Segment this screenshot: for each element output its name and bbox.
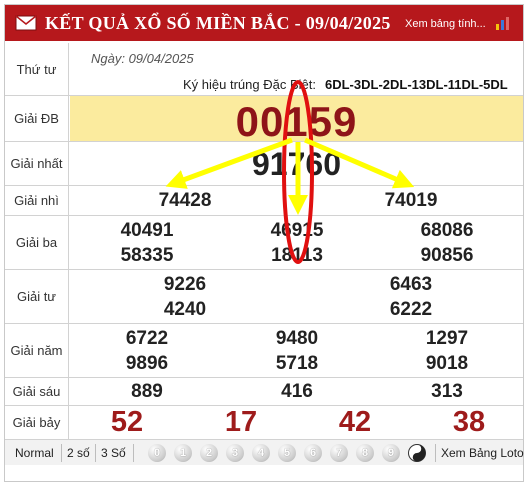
info-row: Thứ tư Ngày: 09/04/2025 Ký hiệu trúng Đặ… xyxy=(5,43,523,95)
prize-label-seventh: Giải bảy xyxy=(5,406,69,439)
bar-chart-icon[interactable] xyxy=(495,15,511,31)
sixth-prize-number: 416 xyxy=(281,381,313,402)
third-prize-number: 68086 xyxy=(420,220,474,241)
special-prize-number: 00159 xyxy=(235,98,358,145)
prize-label-special: Giải ĐB xyxy=(5,96,69,141)
digit-filter-2[interactable]: 2 xyxy=(200,444,218,462)
special-symbol-label: Ký hiệu trúng Đặc Biệt: xyxy=(183,77,316,92)
prize-label-sixth: Giải sáu xyxy=(5,378,69,405)
prize-label-second: Giải nhì xyxy=(5,186,69,215)
view-loto-table-link[interactable]: Xem Bảng Loto xyxy=(441,446,524,460)
fifth-prize-number: 9896 xyxy=(125,353,169,374)
special-prize-cell: 00159 xyxy=(70,96,523,145)
third-prize-number: 46915 xyxy=(270,220,324,241)
fifth-prize-number: 5718 xyxy=(275,353,319,374)
prize-row-seventh: Giải bảy 52 17 42 38 xyxy=(5,405,523,439)
third-prize-number: 18113 xyxy=(271,245,323,266)
prize-row-fourth: Giải tư 9226 6463 4240 6222 xyxy=(5,269,523,323)
second-prize-number: 74019 xyxy=(384,190,438,211)
fourth-prize-number: 6463 xyxy=(389,274,433,295)
toolbar-divider xyxy=(61,444,62,462)
seventh-prize-number: 42 xyxy=(338,406,372,438)
fifth-prize-number: 1297 xyxy=(425,328,469,349)
display-mode-toolbar: Normal 2 số 3 Số 0 1 2 3 4 5 6 7 8 9 Xem… xyxy=(5,439,524,465)
view-table-link[interactable]: Xem bảng tính... xyxy=(405,18,486,30)
prize-row-sixth: Giải sáu 889 416 313 xyxy=(5,377,523,405)
three-digit-mode-button[interactable]: 3 Số xyxy=(101,446,126,460)
weekday-label: Thứ tư xyxy=(5,43,69,95)
prize-row-special: Giải ĐB 00159 xyxy=(5,95,523,145)
seventh-prize-number: 52 xyxy=(110,406,144,438)
seventh-prize-number: 17 xyxy=(224,406,258,438)
results-panel: KẾT QUẢ XỔ SỐ MIỀN BẮC - 09/04/2025 Xem … xyxy=(4,4,524,482)
prize-label-fourth: Giải tư xyxy=(5,270,69,323)
prize-label-third: Giải ba xyxy=(5,216,69,269)
fifth-prize-number: 9018 xyxy=(425,353,469,374)
results-header: KẾT QUẢ XỔ SỐ MIỀN BẮC - 09/04/2025 Xem … xyxy=(5,5,523,41)
prize-row-second: Giải nhì 74428 74019 xyxy=(5,185,523,215)
fourth-prize-number: 6222 xyxy=(389,299,433,320)
digit-filter-4[interactable]: 4 xyxy=(252,444,270,462)
prize-row-first: Giải nhất 91760 xyxy=(5,141,523,185)
sixth-prize-number: 889 xyxy=(131,381,163,402)
normal-mode-button[interactable]: Normal xyxy=(15,446,54,460)
prize-label-first: Giải nhất xyxy=(5,142,69,185)
digit-filter-3[interactable]: 3 xyxy=(226,444,244,462)
digit-filter-8[interactable]: 8 xyxy=(356,444,374,462)
prize-row-third: Giải ba 40491 46915 68086 58335 18113 90… xyxy=(5,215,523,269)
fifth-prize-number: 6722 xyxy=(125,328,169,349)
yin-yang-icon[interactable] xyxy=(408,444,426,462)
first-prize-number: 91760 xyxy=(252,146,341,182)
fifth-prize-number: 9480 xyxy=(275,328,319,349)
draw-date: Ngày: 09/04/2025 xyxy=(91,51,194,66)
digit-filter-0[interactable]: 0 xyxy=(148,444,166,462)
toolbar-divider xyxy=(95,444,96,462)
seventh-prize-number: 38 xyxy=(452,406,486,438)
third-prize-number: 40491 xyxy=(120,220,174,241)
digit-filter-5[interactable]: 5 xyxy=(278,444,296,462)
prize-label-fifth: Giải năm xyxy=(5,324,69,377)
prize-row-fifth: Giải năm 6722 9480 1297 9896 5718 9018 xyxy=(5,323,523,377)
toolbar-divider xyxy=(435,444,436,462)
fourth-prize-number: 9226 xyxy=(163,274,207,295)
digit-filter-9[interactable]: 9 xyxy=(382,444,400,462)
digit-filter-7[interactable]: 7 xyxy=(330,444,348,462)
page-title: KẾT QUẢ XỔ SỐ MIỀN BẮC - 09/04/2025 xyxy=(45,13,391,33)
two-digit-mode-button[interactable]: 2 số xyxy=(67,446,90,460)
fourth-prize-number: 4240 xyxy=(163,299,207,320)
third-prize-number: 90856 xyxy=(420,245,474,266)
second-prize-number: 74428 xyxy=(158,190,212,211)
sixth-prize-number: 313 xyxy=(431,381,463,402)
special-symbol-value: 6DL-3DL-2DL-13DL-11DL-5DL xyxy=(325,77,508,92)
toolbar-divider xyxy=(133,444,134,462)
digit-filter-1[interactable]: 1 xyxy=(174,444,192,462)
digit-filter-6[interactable]: 6 xyxy=(304,444,322,462)
third-prize-number: 58335 xyxy=(120,245,174,266)
mail-icon xyxy=(15,15,37,31)
